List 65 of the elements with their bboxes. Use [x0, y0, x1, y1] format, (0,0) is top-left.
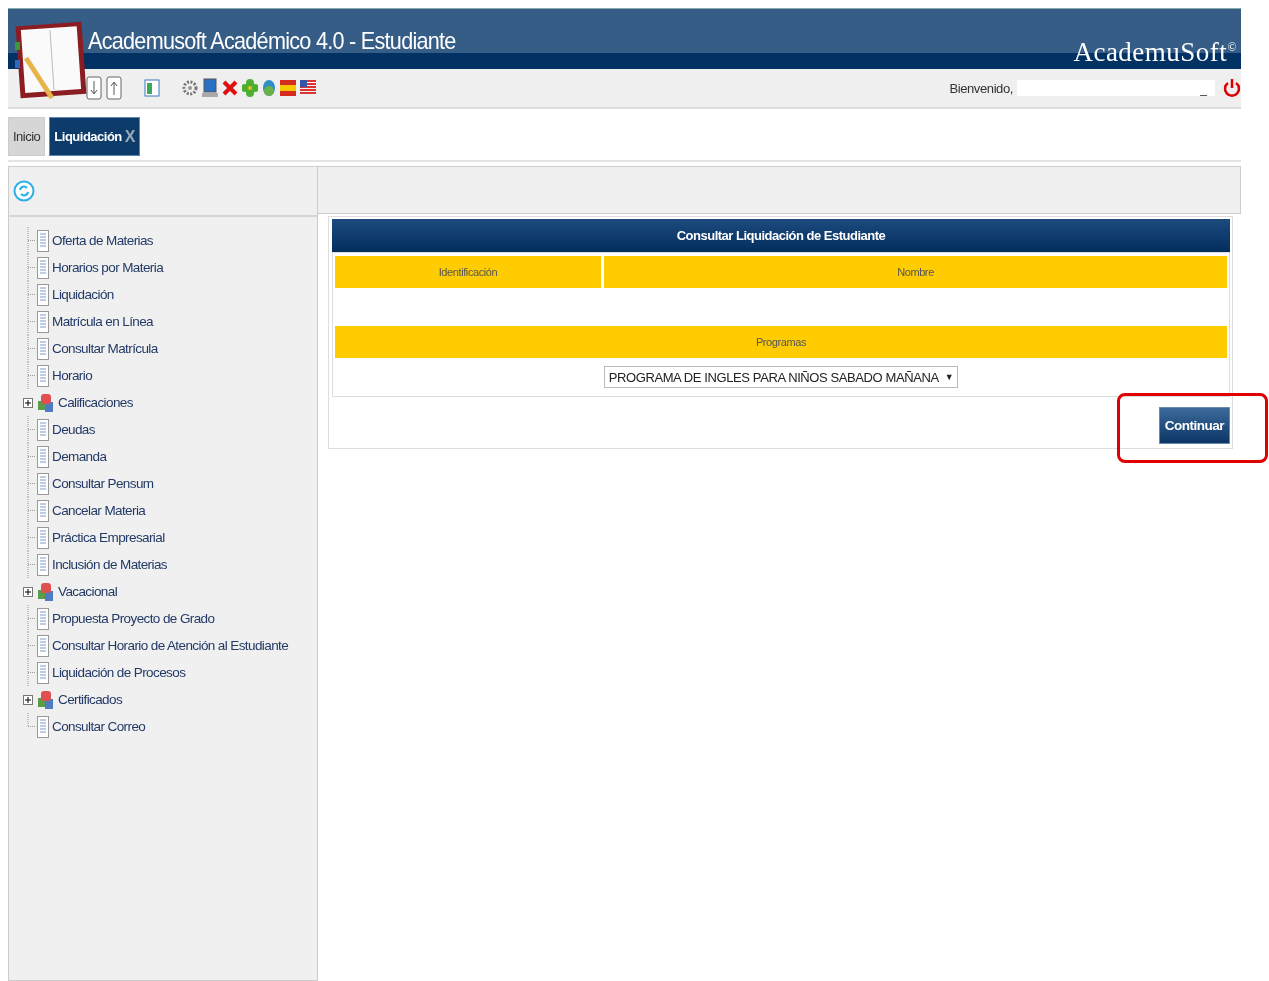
expand-icon[interactable]	[23, 586, 33, 597]
menu-item[interactable]: Demanda	[52, 449, 107, 464]
menu-item[interactable]: Certificados	[58, 692, 123, 707]
program-dropdown[interactable]: PROGRAMA DE INGLES PARA NIÑOS SABADO MAÑANA ▼	[603, 366, 959, 388]
menu-item[interactable]: Deudas	[52, 422, 95, 437]
brand-logo: AcademuSoft$^{©}$	[1073, 37, 1237, 68]
user-name-field: _	[1017, 80, 1215, 96]
document-icon	[37, 715, 49, 738]
menu-item[interactable]: Consultar Matrícula	[52, 341, 158, 356]
refresh-icon[interactable]	[13, 180, 35, 202]
document-icon	[37, 634, 49, 657]
menu-item[interactable]: Calificaciones	[58, 395, 133, 410]
column-header: Nombre	[604, 256, 1227, 288]
tab[interactable]: Inicio	[8, 117, 46, 156]
document-icon	[37, 337, 49, 360]
cubes-icon	[37, 392, 55, 413]
form-title: Consultar Liquidación de Estudiante	[332, 219, 1230, 252]
menu-item[interactable]: Consultar Correo	[52, 719, 146, 734]
download-icon[interactable]	[86, 76, 102, 100]
cubes-icon	[37, 581, 55, 602]
column-header: Identificación	[335, 256, 601, 288]
document-icon	[37, 472, 49, 495]
close-icon[interactable]: X	[124, 127, 135, 146]
document-icon	[37, 607, 49, 630]
menu-item[interactable]: Matrícula en Línea	[52, 314, 154, 329]
menu-item[interactable]: Consultar Pensum	[52, 476, 154, 491]
menu-item[interactable]: Consultar Horario de Atención al Estudiante	[52, 638, 289, 653]
menu-item[interactable]: Horario	[52, 368, 93, 383]
menu-item[interactable]: Cancelar Materia	[52, 503, 146, 518]
us-flag-icon[interactable]	[300, 79, 316, 97]
document-icon	[37, 445, 49, 468]
expand-icon[interactable]	[23, 694, 33, 705]
document-icon	[37, 499, 49, 522]
document-icon	[37, 256, 49, 279]
menu-item[interactable]: Vacacional	[58, 584, 118, 599]
spain-flag-icon[interactable]	[280, 79, 296, 97]
menu-item[interactable]: Liquidación	[52, 287, 114, 302]
welcome-label: Bienvenido,	[949, 80, 1013, 96]
document-icon	[37, 364, 49, 387]
document-icon	[37, 553, 49, 576]
menu-item[interactable]: Propuesta Proyecto de Grado	[52, 611, 215, 626]
document-icon	[37, 310, 49, 333]
settings-icon[interactable]	[182, 79, 198, 97]
document-icon	[37, 526, 49, 549]
tab[interactable]: Liquidación X	[49, 117, 140, 156]
menu-item[interactable]: Práctica Empresarial	[52, 530, 165, 545]
upload-icon[interactable]	[106, 76, 122, 100]
app-title: Academusoft Académico 4.0 - Estudiante	[88, 27, 456, 55]
menu-item[interactable]: Oferta de Materias	[52, 233, 153, 248]
computer-icon[interactable]	[202, 78, 218, 98]
cubes-icon	[37, 689, 55, 710]
continue-button[interactable]: Continuar	[1158, 407, 1230, 444]
menu-item[interactable]: Inclusión de Materias	[52, 557, 167, 572]
document-icon	[37, 229, 49, 252]
panel-icon[interactable]	[144, 79, 160, 97]
document-icon	[37, 661, 49, 684]
expand-icon[interactable]	[23, 397, 33, 408]
menu-item[interactable]: Horarios por Materia	[52, 260, 164, 275]
close-icon[interactable]	[222, 79, 238, 97]
menu-item[interactable]: Liquidación de Procesos	[52, 665, 186, 680]
clover-icon[interactable]	[242, 79, 258, 97]
power-icon[interactable]	[1223, 77, 1241, 99]
document-icon	[37, 418, 49, 441]
programs-header: Programas	[335, 326, 1227, 358]
document-icon	[37, 283, 49, 306]
